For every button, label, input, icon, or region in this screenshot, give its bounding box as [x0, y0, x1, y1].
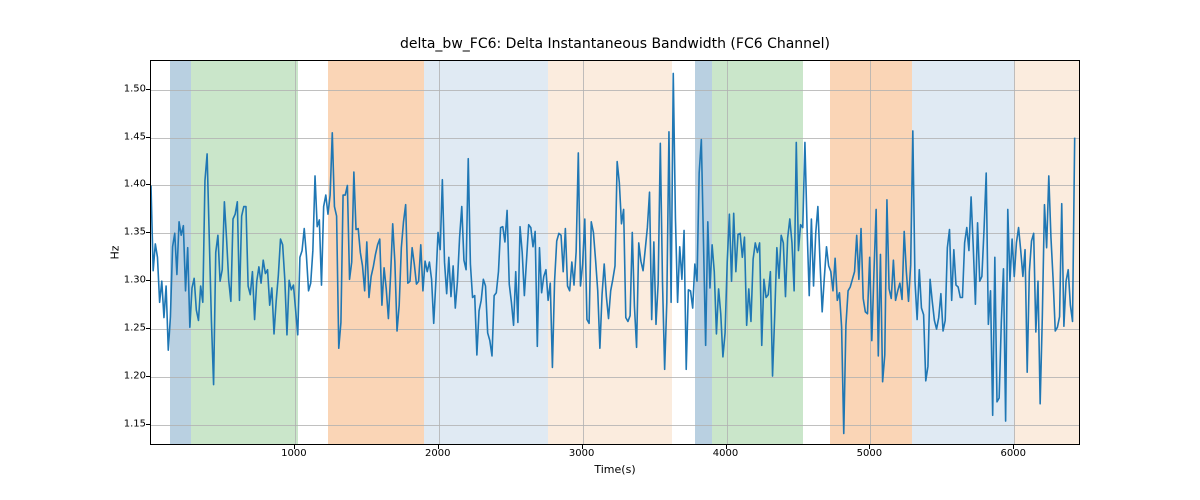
- y-tick-label: 1.50: [118, 83, 146, 94]
- plot-area: [150, 60, 1080, 445]
- y-tick-label: 1.25: [118, 323, 146, 334]
- y-tick-label: 1.35: [118, 227, 146, 238]
- x-tick-label: 5000: [857, 448, 882, 459]
- x-tick-label: 6000: [1001, 448, 1026, 459]
- y-tick-label: 1.40: [118, 179, 146, 190]
- chart-title: delta_bw_FC6: Delta Instantaneous Bandwi…: [150, 36, 1080, 52]
- x-axis-label: Time(s): [150, 463, 1080, 476]
- y-tick-label: 1.15: [118, 418, 146, 429]
- series-line: [151, 73, 1075, 433]
- data-line: [151, 61, 1079, 444]
- x-tick-label: 3000: [569, 448, 594, 459]
- y-tick-label: 1.30: [118, 275, 146, 286]
- y-axis-label: Hz: [106, 60, 124, 445]
- figure: delta_bw_FC6: Delta Instantaneous Bandwi…: [0, 0, 1200, 500]
- y-tick-label: 1.45: [118, 131, 146, 142]
- y-tick-label: 1.20: [118, 370, 146, 381]
- x-tick-label: 2000: [425, 448, 450, 459]
- x-tick-label: 4000: [713, 448, 738, 459]
- x-tick-label: 1000: [281, 448, 306, 459]
